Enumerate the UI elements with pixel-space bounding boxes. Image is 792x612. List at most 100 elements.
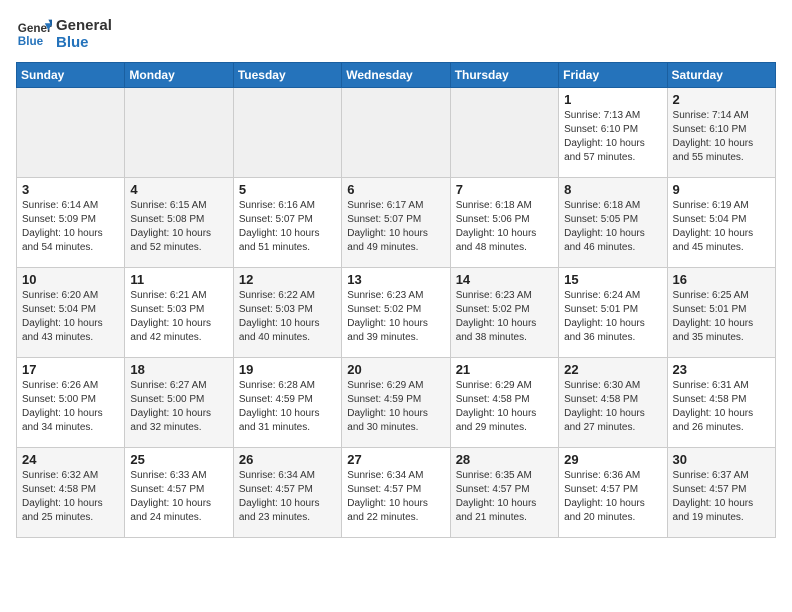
day-number: 28: [456, 452, 553, 467]
day-number: 24: [22, 452, 119, 467]
day-info: Sunrise: 6:33 AM Sunset: 4:57 PM Dayligh…: [130, 469, 227, 525]
day-number: 30: [673, 452, 770, 467]
calendar-cell: 5 Sunrise: 6:16 AM Sunset: 5:07 PM Daylig…: [233, 178, 341, 268]
day-number: 22: [564, 362, 661, 377]
weekday-friday: Friday: [559, 63, 667, 88]
calendar-cell: 9 Sunrise: 6:19 AM Sunset: 5:04 PM Daylig…: [667, 178, 775, 268]
calendar-cell: 18Sunrise: 6:27 AM Sunset: 5:00 PM Dayli…: [125, 358, 233, 448]
day-info: Sunrise: 6:16 AM Sunset: 5:07 PM Dayligh…: [239, 199, 336, 255]
day-info: Sunrise: 6:31 AM Sunset: 4:58 PM Dayligh…: [673, 379, 770, 435]
calendar-cell: 14 Sunrise: 6:23 AM Sunset: 5:02 PM Dayli…: [450, 268, 558, 358]
calendar-cell: [233, 88, 341, 178]
calendar-cell: 30 Sunrise: 6:37 AM Sunset: 4:57 PM Dayli…: [667, 448, 775, 538]
day-info: Sunrise: 6:34 AM Sunset: 4:57 PM Dayligh…: [239, 469, 336, 525]
day-info: Sunrise: 6:26 AM Sunset: 5:00 PM Dayligh…: [22, 379, 119, 435]
calendar-week-4: 17 Sunrise: 6:26 AM Sunset: 5:00 PM Dayli…: [17, 358, 776, 448]
day-number: 20: [347, 362, 444, 377]
day-number: 15: [564, 272, 661, 287]
calendar-cell: 24 Sunrise: 6:32 AM Sunset: 4:58 PM Dayli…: [17, 448, 125, 538]
calendar-cell: 6 Sunrise: 6:17 AM Sunset: 5:07 PM Daylig…: [342, 178, 450, 268]
day-number: 17: [22, 362, 119, 377]
calendar-cell: 25 Sunrise: 6:33 AM Sunset: 4:57 PM Dayli…: [125, 448, 233, 538]
day-number: 2: [673, 92, 770, 107]
calendar-cell: 29Sunrise: 6:36 AM Sunset: 4:57 PM Dayli…: [559, 448, 667, 538]
day-number: 26: [239, 452, 336, 467]
weekday-sunday: Sunday: [17, 63, 125, 88]
calendar-cell: 27 Sunrise: 6:34 AM Sunset: 4:57 PM Dayli…: [342, 448, 450, 538]
day-info: Sunrise: 6:35 AM Sunset: 4:57 PM Dayligh…: [456, 469, 553, 525]
calendar-cell: [17, 88, 125, 178]
day-info: Sunrise: 6:23 AM Sunset: 5:02 PM Dayligh…: [347, 289, 444, 345]
weekday-tuesday: Tuesday: [233, 63, 341, 88]
calendar-cell: 19Sunrise: 6:28 AM Sunset: 4:59 PM Dayli…: [233, 358, 341, 448]
day-info: Sunrise: 6:14 AM Sunset: 5:09 PM Dayligh…: [22, 199, 119, 255]
day-info: Sunrise: 6:15 AM Sunset: 5:08 PM Dayligh…: [130, 199, 227, 255]
day-number: 8: [564, 182, 661, 197]
calendar-cell: 21 Sunrise: 6:29 AM Sunset: 4:58 PM Dayli…: [450, 358, 558, 448]
calendar-cell: 12 Sunrise: 6:22 AM Sunset: 5:03 PM Dayli…: [233, 268, 341, 358]
day-info: Sunrise: 6:19 AM Sunset: 5:04 PM Dayligh…: [673, 199, 770, 255]
day-info: Sunrise: 6:32 AM Sunset: 4:58 PM Dayligh…: [22, 469, 119, 525]
calendar-cell: 1Sunrise: 7:13 AM Sunset: 6:10 PM Daylig…: [559, 88, 667, 178]
day-number: 29: [564, 452, 661, 467]
day-number: 11: [130, 272, 227, 287]
day-number: 5: [239, 182, 336, 197]
calendar-table: SundayMondayTuesdayWednesdayThursdayFrid…: [16, 62, 776, 538]
calendar-body: 1Sunrise: 7:13 AM Sunset: 6:10 PM Daylig…: [17, 88, 776, 538]
calendar-cell: 15 Sunrise: 6:24 AM Sunset: 5:01 PM Dayli…: [559, 268, 667, 358]
day-number: 6: [347, 182, 444, 197]
day-info: Sunrise: 6:34 AM Sunset: 4:57 PM Dayligh…: [347, 469, 444, 525]
weekday-header-row: SundayMondayTuesdayWednesdayThursdayFrid…: [17, 63, 776, 88]
day-info: Sunrise: 7:14 AM Sunset: 6:10 PM Dayligh…: [673, 109, 770, 165]
calendar-cell: 13 Sunrise: 6:23 AM Sunset: 5:02 PM Dayli…: [342, 268, 450, 358]
day-number: 13: [347, 272, 444, 287]
day-info: Sunrise: 6:24 AM Sunset: 5:01 PM Dayligh…: [564, 289, 661, 345]
day-number: 12: [239, 272, 336, 287]
day-info: Sunrise: 6:21 AM Sunset: 5:03 PM Dayligh…: [130, 289, 227, 345]
day-number: 14: [456, 272, 553, 287]
calendar-cell: 16 Sunrise: 6:25 AM Sunset: 5:01 PM Dayli…: [667, 268, 775, 358]
calendar-header: SundayMondayTuesdayWednesdayThursdayFrid…: [17, 63, 776, 88]
day-number: 10: [22, 272, 119, 287]
calendar-cell: 4 Sunrise: 6:15 AM Sunset: 5:08 PM Daylig…: [125, 178, 233, 268]
weekday-saturday: Saturday: [667, 63, 775, 88]
day-info: Sunrise: 6:17 AM Sunset: 5:07 PM Dayligh…: [347, 199, 444, 255]
calendar-cell: [342, 88, 450, 178]
svg-text:Blue: Blue: [18, 35, 44, 48]
day-number: 27: [347, 452, 444, 467]
day-info: Sunrise: 6:18 AM Sunset: 5:06 PM Dayligh…: [456, 199, 553, 255]
day-info: Sunrise: 6:28 AM Sunset: 4:59 PM Dayligh…: [239, 379, 336, 435]
day-number: 23: [673, 362, 770, 377]
day-info: Sunrise: 6:29 AM Sunset: 4:59 PM Dayligh…: [347, 379, 444, 435]
logo-icon: General Blue: [16, 16, 52, 52]
page-header: General Blue General Blue: [16, 16, 776, 52]
weekday-wednesday: Wednesday: [342, 63, 450, 88]
calendar-cell: 3 Sunrise: 6:14 AM Sunset: 5:09 PM Daylig…: [17, 178, 125, 268]
day-info: Sunrise: 6:18 AM Sunset: 5:05 PM Dayligh…: [564, 199, 661, 255]
day-number: 3: [22, 182, 119, 197]
day-number: 9: [673, 182, 770, 197]
calendar-cell: 10 Sunrise: 6:20 AM Sunset: 5:04 PM Dayli…: [17, 268, 125, 358]
day-info: Sunrise: 6:30 AM Sunset: 4:58 PM Dayligh…: [564, 379, 661, 435]
day-info: Sunrise: 6:25 AM Sunset: 5:01 PM Dayligh…: [673, 289, 770, 345]
day-number: 21: [456, 362, 553, 377]
day-info: Sunrise: 6:20 AM Sunset: 5:04 PM Dayligh…: [22, 289, 119, 345]
day-number: 25: [130, 452, 227, 467]
day-info: Sunrise: 6:27 AM Sunset: 5:00 PM Dayligh…: [130, 379, 227, 435]
day-number: 16: [673, 272, 770, 287]
weekday-thursday: Thursday: [450, 63, 558, 88]
day-number: 4: [130, 182, 227, 197]
calendar-cell: 23 Sunrise: 6:31 AM Sunset: 4:58 PM Dayli…: [667, 358, 775, 448]
day-info: Sunrise: 7:13 AM Sunset: 6:10 PM Dayligh…: [564, 109, 661, 165]
day-info: Sunrise: 6:29 AM Sunset: 4:58 PM Dayligh…: [456, 379, 553, 435]
calendar-week-3: 10 Sunrise: 6:20 AM Sunset: 5:04 PM Dayli…: [17, 268, 776, 358]
day-info: Sunrise: 6:23 AM Sunset: 5:02 PM Dayligh…: [456, 289, 553, 345]
calendar-cell: 26 Sunrise: 6:34 AM Sunset: 4:57 PM Dayli…: [233, 448, 341, 538]
day-info: Sunrise: 6:22 AM Sunset: 5:03 PM Dayligh…: [239, 289, 336, 345]
calendar-week-2: 3 Sunrise: 6:14 AM Sunset: 5:09 PM Daylig…: [17, 178, 776, 268]
day-info: Sunrise: 6:37 AM Sunset: 4:57 PM Dayligh…: [673, 469, 770, 525]
calendar-cell: [450, 88, 558, 178]
calendar-cell: 17 Sunrise: 6:26 AM Sunset: 5:00 PM Dayli…: [17, 358, 125, 448]
day-number: 7: [456, 182, 553, 197]
calendar-cell: 20 Sunrise: 6:29 AM Sunset: 4:59 PM Dayli…: [342, 358, 450, 448]
